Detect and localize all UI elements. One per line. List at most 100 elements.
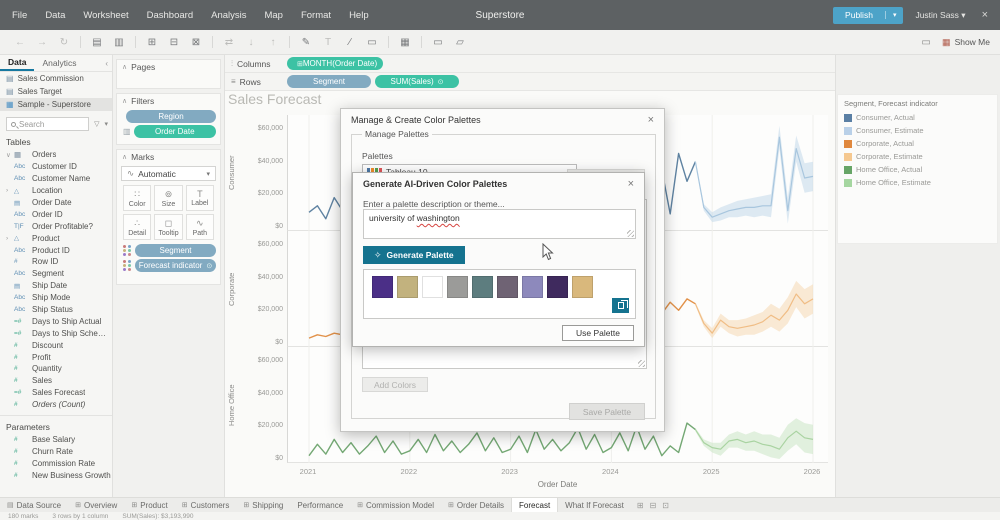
sheet-tab-product[interactable]: ⊞Product — [124, 498, 174, 513]
field-item[interactable]: #Commission Rate — [0, 457, 112, 469]
legend-item[interactable]: Corporate, Estimate — [844, 150, 991, 163]
palette-swatch[interactable] — [522, 276, 543, 298]
field-item[interactable]: =#Sales Forecast — [0, 387, 112, 399]
mark-button-path[interactable]: ∿Path — [186, 214, 214, 240]
field-item[interactable]: #Row ID — [0, 256, 112, 268]
palette-swatch[interactable] — [397, 276, 418, 298]
datasource-item[interactable]: ▦Sample - Superstore — [0, 98, 112, 111]
mark-button-size[interactable]: ⊚Size — [154, 185, 182, 211]
tab-analytics[interactable]: Analytics — [34, 56, 84, 70]
menu-data[interactable]: Data — [45, 10, 65, 21]
datasource-item[interactable]: ▤Sales Target — [0, 85, 112, 98]
palette-swatch[interactable] — [372, 276, 393, 298]
field-item[interactable]: AbcOrder ID — [0, 208, 112, 220]
field-item[interactable]: =#Days to Ship Actual — [0, 315, 112, 327]
publish-dropdown-icon[interactable]: ▾ — [885, 11, 904, 19]
mark-button-label[interactable]: TLabel — [186, 185, 214, 211]
mark-button-tooltip[interactable]: ◻Tooltip — [154, 214, 182, 240]
expander-icon[interactable]: ∨ — [6, 151, 14, 159]
shelf-pill-month-order-date-[interactable]: ⊞MONTH(Order Date) — [287, 57, 383, 70]
sheet-tab-order-details[interactable]: ⊞Order Details — [441, 498, 511, 513]
cell-size-icon[interactable]: ▭ — [366, 37, 378, 48]
publish-button[interactable]: Publish ▾ — [833, 7, 903, 24]
field-item[interactable]: #Profit — [0, 351, 112, 363]
field-item[interactable]: #Sales — [0, 375, 112, 387]
sheet-tab-forecast[interactable]: Forecast — [511, 498, 558, 513]
row-header-home-office[interactable]: Home Office — [227, 347, 241, 463]
tab-data[interactable]: Data — [0, 55, 34, 71]
sheet-tab-shipping[interactable]: ⊞Shipping — [236, 498, 290, 513]
share-icon[interactable]: ▱ — [454, 37, 466, 48]
field-item[interactable]: AbcSegment — [0, 268, 112, 280]
shelf-pill-sum-sales-[interactable]: SUM(Sales)⊙ — [375, 75, 459, 88]
copy-palette-button[interactable] — [612, 298, 629, 313]
legend-item[interactable]: Home Office, Estimate — [844, 176, 991, 189]
fit-chart-icon[interactable]: ▦ — [399, 37, 411, 48]
close-icon[interactable]: × — [628, 178, 634, 190]
field-item[interactable]: AbcShip Mode — [0, 292, 112, 304]
field-item[interactable]: ›△Product — [0, 232, 112, 244]
mark-pill-forecast-indicator[interactable]: Forecast indicator⊙ — [135, 259, 216, 272]
mark-button-detail[interactable]: ∴Detail — [123, 214, 151, 240]
collapse-icon[interactable]: ∧ — [122, 63, 127, 71]
show-me-button[interactable]: ▦ Show Me — [942, 37, 990, 48]
expander-icon[interactable]: › — [6, 187, 14, 194]
presentation-icon[interactable]: ▭ — [432, 37, 444, 48]
field-item[interactable]: #Base Salary — [0, 434, 112, 446]
field-item[interactable]: T|FOrder Profitable? — [0, 220, 112, 232]
palette-swatch[interactable] — [472, 276, 493, 298]
menu-file[interactable]: File — [12, 10, 27, 21]
menu-worksheet[interactable]: Worksheet — [83, 10, 128, 21]
fields-menu-icon[interactable]: ▾ — [104, 120, 108, 128]
menu-analysis[interactable]: Analysis — [211, 10, 246, 21]
generate-palette-button[interactable]: ✧ Generate Palette — [363, 246, 465, 264]
palette-swatch[interactable] — [497, 276, 518, 298]
menu-dashboard[interactable]: Dashboard — [147, 10, 193, 21]
mark-type-select[interactable]: ∿ Automatic ▾ — [121, 166, 216, 181]
menu-help[interactable]: Help — [349, 10, 369, 21]
expander-icon[interactable]: › — [6, 235, 14, 242]
sheet-tab-overview[interactable]: ⊞Overview — [68, 498, 124, 513]
shelf-pill-segment[interactable]: Segment — [287, 75, 371, 88]
row-header-consumer[interactable]: Consumer — [227, 115, 241, 231]
collapse-pane-icon[interactable]: ‹ — [105, 59, 112, 68]
field-item[interactable]: =#Days to Ship Sche… — [0, 327, 112, 339]
resize-handle[interactable] — [627, 230, 634, 237]
row-header-corporate[interactable]: Corporate — [227, 231, 241, 347]
clear-sheet-icon[interactable]: ⊠ — [190, 37, 202, 48]
field-item[interactable]: #Orders (Count) — [0, 399, 112, 411]
columns-shelf[interactable]: ⫶Columns ⊞MONTH(Order Date) — [225, 55, 835, 73]
new-story-icon[interactable]: ⊡ — [662, 501, 669, 510]
legend-item[interactable]: Consumer, Estimate — [844, 124, 991, 137]
filter-pill-region[interactable]: Region — [126, 110, 216, 123]
menu-format[interactable]: Format — [301, 10, 331, 21]
collapse-icon[interactable]: ∧ — [122, 153, 127, 161]
sheet-tab-data-source[interactable]: ▤Data Source — [0, 498, 68, 513]
filter-fields-icon[interactable]: ▽ — [94, 120, 99, 128]
field-item[interactable]: #Quantity — [0, 363, 112, 375]
palette-swatch[interactable] — [572, 276, 593, 298]
resize-handle[interactable] — [638, 360, 645, 367]
rows-shelf[interactable]: ≡Rows SegmentSUM(Sales)⊙ — [225, 73, 835, 91]
filter-pill-order-date[interactable]: Order Date — [134, 125, 216, 138]
close-icon[interactable]: × — [648, 114, 654, 126]
field-item[interactable]: ▤Ship Date — [0, 280, 112, 292]
field-item[interactable]: #Churn Rate — [0, 445, 112, 457]
field-item[interactable]: ›△Location — [0, 185, 112, 197]
sheet-tab-commission-model[interactable]: ⊞Commission Model — [350, 498, 441, 513]
sheet-tab-performance[interactable]: Performance — [290, 498, 350, 513]
new-dashboard-icon[interactable]: ⊟ — [650, 501, 657, 510]
field-item[interactable]: #New Business Growth — [0, 469, 112, 481]
palette-swatch[interactable] — [447, 276, 468, 298]
highlight-icon[interactable]: ✎ — [300, 37, 312, 48]
new-worksheet-icon[interactable]: ⊞ — [637, 501, 644, 510]
pause-updates-icon[interactable]: ▥ — [113, 37, 125, 48]
mark-button-color[interactable]: ∷Color — [123, 185, 151, 211]
mark-pill-segment[interactable]: Segment — [135, 244, 216, 257]
sheet-tab-customers[interactable]: ⊞Customers — [175, 498, 237, 513]
field-item[interactable]: AbcShip Status — [0, 304, 112, 316]
device-preview-icon[interactable]: ▭ — [920, 37, 932, 48]
new-worksheet-icon[interactable]: ⊞ — [146, 37, 158, 48]
close-window-icon[interactable]: × — [978, 9, 992, 21]
palette-description-input[interactable]: university of washington — [363, 209, 636, 239]
